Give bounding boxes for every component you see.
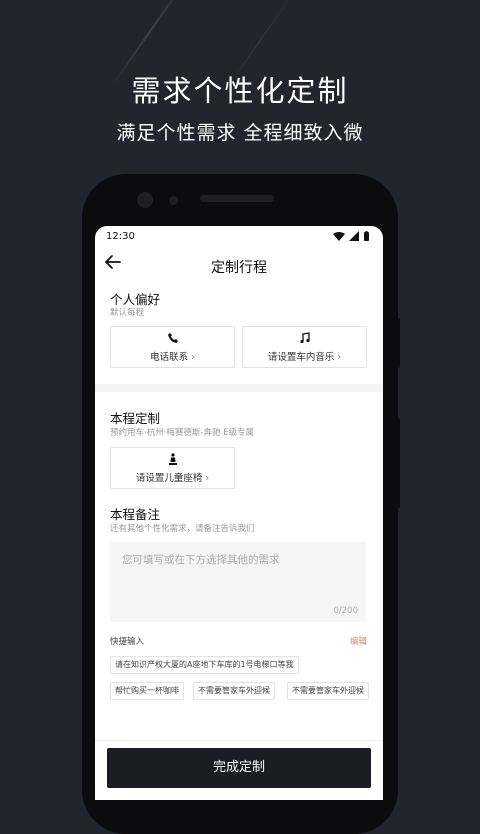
camera-icon xyxy=(137,192,153,208)
phone-contact-label: 电话联系 xyxy=(150,352,189,363)
quick-input-chip[interactable]: 不需要管家车外迎候 xyxy=(193,682,275,700)
complete-customization-button[interactable]: 完成定制 xyxy=(107,748,371,788)
chevron-right-icon: › xyxy=(205,473,210,484)
quick-input-chip[interactable]: 不需要管家车外迎候 xyxy=(287,682,369,700)
phone-side-button xyxy=(396,418,400,508)
music-note-icon xyxy=(299,332,310,344)
character-counter: 0/200 xyxy=(333,606,359,616)
phone-contact-option[interactable]: 电话联系 › xyxy=(110,326,235,368)
trip-title: 本程定制 xyxy=(110,411,161,426)
quick-input-edit-link[interactable]: 编辑 xyxy=(350,635,367,647)
child-seat-option[interactable]: 请设置儿童座椅 › xyxy=(110,447,235,489)
nav-bar: 定制行程 xyxy=(95,246,383,282)
speaker-grille xyxy=(200,195,274,202)
app-screen: 12:30 定制行程 个人偏好 默认每程 电话联系 › 请设置车内音乐 › 本程… xyxy=(95,226,383,800)
notes-title: 本程备注 xyxy=(110,507,161,522)
signal-battery-icon xyxy=(333,231,369,241)
music-label: 请设置车内音乐 xyxy=(267,352,335,363)
promo-title: 需求个性化定制 xyxy=(131,74,349,108)
sensor-icon xyxy=(169,196,178,205)
notes-subtitle: 还有其他个性化需求，请备注告诉我们 xyxy=(110,524,255,534)
phone-icon xyxy=(167,333,178,343)
chevron-right-icon: › xyxy=(337,352,342,363)
notes-input[interactable]: 您可填写或在下方选择其他的需求 0/200 xyxy=(110,542,366,622)
status-time: 12:30 xyxy=(106,231,135,242)
status-bar: 12:30 xyxy=(95,226,383,246)
quick-input-chip[interactable]: 请在知识产权大厦的A座地下车库的1号电梯口等我 xyxy=(110,656,299,674)
child-seat-label: 请设置儿童座椅 xyxy=(135,473,203,484)
music-option[interactable]: 请设置车内音乐 › xyxy=(242,326,367,368)
notes-placeholder: 您可填写或在下方选择其他的需求 xyxy=(122,554,280,566)
chevron-right-icon: › xyxy=(191,352,195,363)
promo-subtitle: 满足个性需求 全程细致入微 xyxy=(116,122,364,144)
quick-input-label: 快捷输入 xyxy=(110,637,145,647)
section-divider xyxy=(95,384,383,392)
preferences-subtitle: 默认每程 xyxy=(110,308,145,318)
page-title: 定制行程 xyxy=(211,260,267,276)
child-seat-icon xyxy=(168,453,177,465)
phone-side-button xyxy=(396,318,400,368)
trip-subtitle: 预约用车·杭州·梅赛德斯-奔驰 E级专属 xyxy=(110,428,255,438)
quick-input-chip[interactable]: 帮忙购买一杯咖啡 xyxy=(110,682,184,700)
